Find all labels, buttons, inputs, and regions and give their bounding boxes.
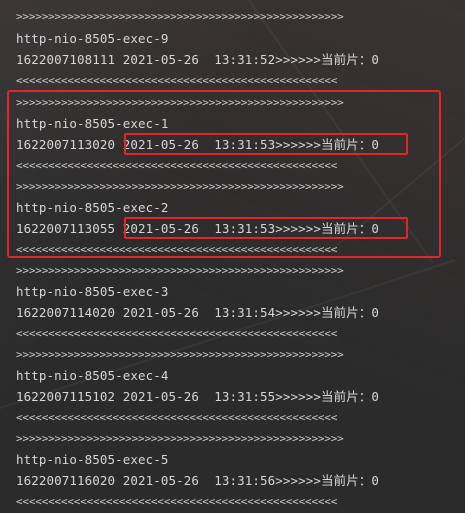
log-entry: 1622007115102 2021-05-26 13:31:55>>>>>>当… [16,389,380,404]
thread-name: http-nio-8505-exec-9 [16,31,169,46]
thread-name: http-nio-8505-exec-3 [16,284,169,299]
highlight-box-timestamp-2 [124,217,408,239]
separator-line: >>>>>>>>>>>>>>>>>>>>>>>>>>>>>>>>>>>>>>>>… [16,348,344,361]
separator-line: <<<<<<<<<<<<<<<<<<<<<<<<<<<<<<<<<<<<<<<<… [16,74,338,87]
separator-line: >>>>>>>>>>>>>>>>>>>>>>>>>>>>>>>>>>>>>>>>… [16,264,344,277]
log-entry: 1622007114020 2021-05-26 13:31:54>>>>>>当… [16,305,380,320]
separator-line: >>>>>>>>>>>>>>>>>>>>>>>>>>>>>>>>>>>>>>>>… [16,10,344,23]
log-entry: 1622007108111 2021-05-26 13:31:52>>>>>>当… [16,52,380,67]
separator-line: <<<<<<<<<<<<<<<<<<<<<<<<<<<<<<<<<<<<<<<<… [16,495,338,508]
separator-line: <<<<<<<<<<<<<<<<<<<<<<<<<<<<<<<<<<<<<<<<… [16,411,338,424]
console-output[interactable]: >>>>>>>>>>>>>>>>>>>>>>>>>>>>>>>>>>>>>>>>… [0,0,465,513]
thread-name: http-nio-8505-exec-4 [16,368,169,383]
separator-line: >>>>>>>>>>>>>>>>>>>>>>>>>>>>>>>>>>>>>>>>… [16,432,344,445]
thread-name: http-nio-8505-exec-5 [16,452,169,467]
highlight-box-timestamp-1 [124,133,408,155]
separator-line: <<<<<<<<<<<<<<<<<<<<<<<<<<<<<<<<<<<<<<<<… [16,327,338,340]
log-entry: 1622007116020 2021-05-26 13:31:56>>>>>>当… [16,473,380,488]
